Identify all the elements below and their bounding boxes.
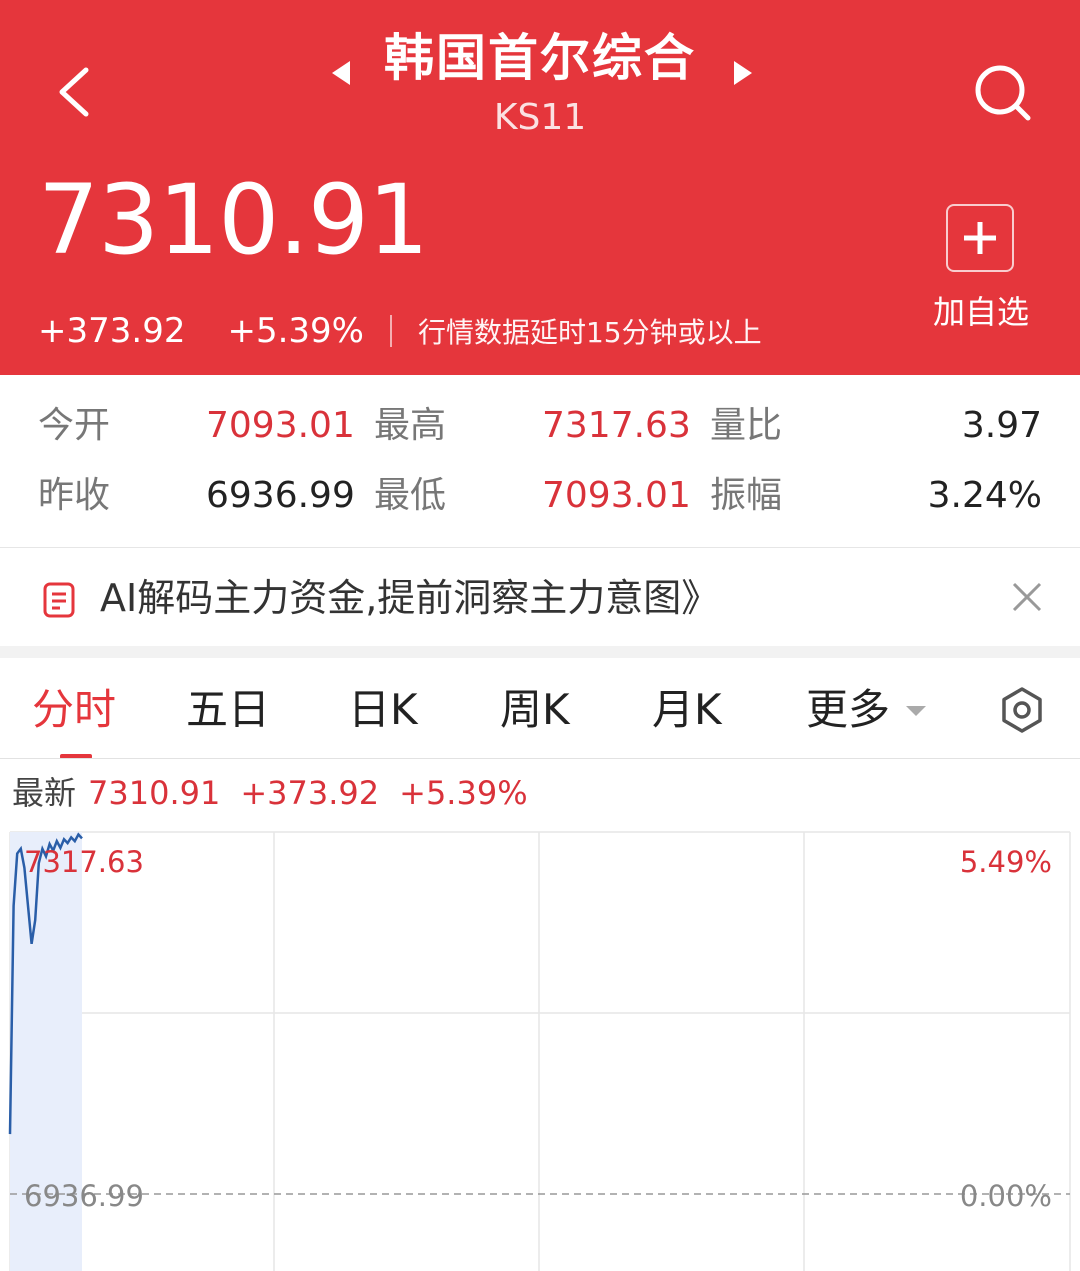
- tab-intraday[interactable]: 分时: [32, 680, 116, 740]
- prev-arrow-icon[interactable]: [328, 58, 354, 88]
- amplitude-value: 3.24%: [927, 475, 1042, 516]
- y-bottom-label: 6936.99: [24, 1179, 144, 1213]
- intraday-chart[interactable]: 7317.63 5.49% 6936.99 0.00%: [0, 826, 1080, 1271]
- pct-top-label: 5.49%: [960, 845, 1052, 879]
- open-value: 7093.01: [206, 405, 355, 446]
- section-gap: [0, 646, 1080, 658]
- open-label: 今开: [38, 405, 111, 446]
- price-change: +373.92: [38, 311, 186, 351]
- prev-close-value: 6936.99: [206, 475, 355, 516]
- promo-text[interactable]: AI解码主力资金,提前洞察主力意图》: [100, 572, 719, 624]
- low-value: 7093.01: [542, 475, 691, 516]
- y-top-label: 7317.63: [24, 845, 144, 879]
- high-label: 最高: [374, 405, 447, 446]
- tab-monthly-k[interactable]: 月K: [652, 680, 722, 740]
- high-value: 7317.63: [542, 405, 691, 446]
- low-label: 最低: [374, 475, 447, 516]
- stats-panel: [0, 375, 1080, 547]
- next-arrow-icon[interactable]: [730, 58, 756, 88]
- quote-header: 韩国首尔综合 KS11 7310.91 +373.92 +5.39% 行情数据延…: [0, 0, 1080, 375]
- tab-more[interactable]: 更多: [806, 680, 890, 740]
- add-watchlist-label[interactable]: 加自选: [920, 292, 1042, 332]
- tab-border: [0, 758, 1080, 759]
- add-watchlist-button[interactable]: [946, 204, 1014, 272]
- latest-price: 7310.91: [88, 774, 221, 812]
- index-title: 韩国首尔综合: [384, 29, 696, 87]
- latest-change: +373.92: [240, 774, 380, 812]
- caret-down-icon[interactable]: [904, 704, 928, 718]
- chart-grid: [9, 831, 1071, 1271]
- search-icon[interactable]: [970, 60, 1034, 124]
- tab-five-day[interactable]: 五日: [186, 680, 270, 740]
- plus-icon: [964, 222, 996, 254]
- separator: [389, 315, 392, 347]
- latest-change-pct: +5.39%: [399, 774, 528, 812]
- tab-daily-k[interactable]: 日K: [348, 680, 418, 740]
- prev-close-label: 昨收: [38, 475, 111, 516]
- pct-bottom-label: 0.00%: [960, 1179, 1052, 1213]
- volume-ratio-value: 3.97: [961, 405, 1042, 446]
- current-price: 7310.91: [38, 164, 429, 276]
- amplitude-label: 振幅: [710, 475, 783, 516]
- tab-weekly-k[interactable]: 周K: [500, 680, 570, 740]
- latest-label: 最新: [12, 774, 77, 812]
- latest-quote-line: 最新 7310.91 +373.92 +5.39%: [12, 770, 528, 816]
- close-icon[interactable]: [1010, 580, 1044, 614]
- change-row: +373.92 +5.39% 行情数据延时15分钟或以上: [38, 308, 762, 354]
- back-icon[interactable]: [52, 64, 96, 120]
- delay-note: 行情数据延时15分钟或以上: [417, 316, 762, 349]
- index-code: KS11: [493, 97, 587, 138]
- price-change-pct: +5.39%: [227, 311, 364, 351]
- volume-ratio-label: 量比: [710, 405, 783, 446]
- settings-hexagon-icon[interactable]: [998, 686, 1046, 734]
- document-icon: [43, 582, 75, 618]
